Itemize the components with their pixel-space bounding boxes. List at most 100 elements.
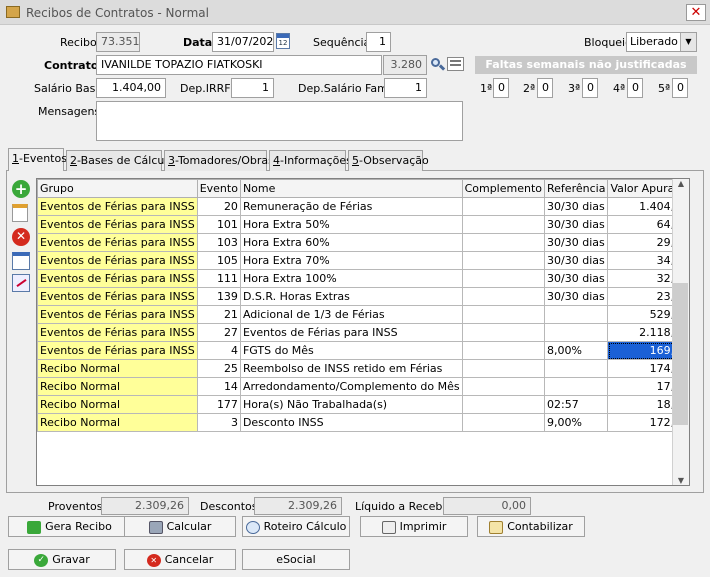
cell-grupo[interactable]: Recibo Normal <box>37 359 198 378</box>
cell-nome[interactable]: Arredondamento/Complemento do Mês <box>239 377 463 396</box>
chart-icon[interactable] <box>12 274 32 294</box>
cell-evento[interactable]: 27 <box>196 323 241 342</box>
cell-complemento[interactable] <box>461 233 546 252</box>
cell-evento[interactable]: 177 <box>196 395 241 414</box>
table-row[interactable]: Eventos de Férias para INSS 111 Hora Extra… <box>37 269 689 288</box>
cell-complemento[interactable] <box>461 359 546 378</box>
col-evento[interactable]: Evento <box>196 179 241 198</box>
dep-sal-field[interactable]: 1 <box>384 78 427 98</box>
cell-evento[interactable]: 101 <box>196 215 241 234</box>
table-row[interactable]: Eventos de Férias para INSS 101 Hora Extra… <box>37 215 689 234</box>
col-grupo[interactable]: Grupo <box>37 179 198 198</box>
cell-complemento[interactable] <box>461 287 546 306</box>
cell-nome[interactable]: D.S.R. Horas Extras <box>239 287 463 306</box>
cell-nome[interactable]: Hora(s) Não Trabalhada(s) <box>239 395 463 414</box>
scrollbar-thumb[interactable] <box>673 283 688 425</box>
cell-evento[interactable]: 4 <box>196 341 241 360</box>
cell-evento[interactable]: 105 <box>196 251 241 270</box>
cell-evento[interactable]: 25 <box>196 359 241 378</box>
tab-bases-calculo[interactable]: 2-Bases de Cálculo <box>66 150 174 171</box>
cell-complemento[interactable] <box>461 215 546 234</box>
cell-nome[interactable]: Desconto INSS <box>239 413 463 432</box>
tab-tomadores-obras[interactable]: 3-Tomadores/Obras <box>164 150 274 171</box>
cell-grupo[interactable]: Eventos de Férias para INSS <box>37 197 198 216</box>
gera-recibo-button[interactable]: Gera Recibo <box>8 516 131 537</box>
cell-complemento[interactable] <box>461 377 546 396</box>
cell-nome[interactable]: Reembolso de INSS retido em Férias <box>239 359 463 378</box>
dep-irrf-field[interactable]: 1 <box>231 78 274 98</box>
cell-nome[interactable]: Hora Extra 50% <box>239 215 463 234</box>
table-row[interactable]: Eventos de Férias para INSS 139 D.S.R. Hor… <box>37 287 689 306</box>
delete-icon[interactable]: ✕ <box>12 228 32 248</box>
cell-referencia[interactable]: 30/30 dias <box>544 269 609 288</box>
cell-complemento[interactable] <box>461 341 546 360</box>
cell-nome[interactable]: Eventos de Férias para INSS <box>239 323 463 342</box>
sequencia-field[interactable]: 1 <box>366 32 391 52</box>
cell-referencia[interactable] <box>544 377 609 396</box>
cell-complemento[interactable] <box>461 197 546 216</box>
cell-nome[interactable]: Hora Extra 60% <box>239 233 463 252</box>
falta-field-3[interactable]: 0 <box>582 78 598 98</box>
cell-complemento[interactable] <box>461 305 546 324</box>
card-icon[interactable] <box>447 57 464 71</box>
cell-grupo[interactable]: Eventos de Férias para INSS <box>37 323 198 342</box>
cell-referencia[interactable]: 9,00% <box>544 413 609 432</box>
falta-field-1[interactable]: 0 <box>493 78 509 98</box>
cell-grupo[interactable]: Recibo Normal <box>37 395 198 414</box>
cell-grupo[interactable]: Eventos de Férias para INSS <box>37 251 198 270</box>
cell-referencia[interactable]: 30/30 dias <box>544 197 609 216</box>
scroll-up-icon[interactable]: ▲ <box>673 179 689 188</box>
cancelar-button[interactable]: ✕ Cancelar <box>124 549 236 570</box>
cell-nome[interactable]: FGTS do Mês <box>239 341 463 360</box>
bloqueio-select[interactable]: Liberado ▼ <box>626 32 697 52</box>
cell-nome[interactable]: Remuneração de Férias <box>239 197 463 216</box>
cell-evento[interactable]: 20 <box>196 197 241 216</box>
table-row[interactable]: Eventos de Férias para INSS 20 Remuneração… <box>37 197 689 216</box>
cell-referencia[interactable]: 30/30 dias <box>544 215 609 234</box>
cell-grupo[interactable]: Eventos de Férias para INSS <box>37 305 198 324</box>
cell-evento[interactable]: 14 <box>196 377 241 396</box>
cell-referencia[interactable] <box>544 323 609 342</box>
cell-evento[interactable]: 21 <box>196 305 241 324</box>
cell-grupo[interactable]: Recibo Normal <box>37 377 198 396</box>
roteiro-calculo-button[interactable]: Roteiro Cálculo <box>242 516 350 537</box>
falta-field-4[interactable]: 0 <box>627 78 643 98</box>
col-nome[interactable]: Nome <box>239 179 463 198</box>
close-button[interactable]: ✕ <box>686 4 706 21</box>
data-field[interactable]: 31/07/2021 <box>212 32 274 52</box>
edit-icon[interactable] <box>12 204 32 224</box>
table-icon[interactable] <box>12 252 32 272</box>
cell-grupo[interactable]: Eventos de Férias para INSS <box>37 341 198 360</box>
falta-field-5[interactable]: 0 <box>672 78 688 98</box>
add-icon[interactable]: + <box>12 180 32 200</box>
calendar-icon[interactable]: 12 <box>276 33 290 49</box>
cell-grupo[interactable]: Eventos de Férias para INSS <box>37 215 198 234</box>
cell-evento[interactable]: 139 <box>196 287 241 306</box>
tab-eventos[interactable]: 1-Eventos <box>8 148 67 171</box>
table-row[interactable]: Recibo Normal 177 Hora(s) Não Trabalhada(s… <box>37 395 689 414</box>
cell-referencia[interactable]: 30/30 dias <box>544 287 609 306</box>
cell-referencia[interactable] <box>544 359 609 378</box>
cell-grupo[interactable]: Eventos de Férias para INSS <box>37 269 198 288</box>
scroll-down-icon[interactable]: ▼ <box>673 476 689 485</box>
cell-nome[interactable]: Hora Extra 70% <box>239 251 463 270</box>
cell-evento[interactable]: 103 <box>196 233 241 252</box>
table-row[interactable]: Recibo Normal 14 Arredondamento/Complement… <box>37 377 689 396</box>
table-row[interactable]: Eventos de Férias para INSS 4 FGTS do Mês 8… <box>37 341 689 360</box>
table-row[interactable]: Eventos de Férias para INSS 103 Hora Extra… <box>37 233 689 252</box>
table-row[interactable]: Eventos de Férias para INSS 105 Hora Extra… <box>37 251 689 270</box>
cell-grupo[interactable]: Eventos de Férias para INSS <box>37 233 198 252</box>
cell-referencia[interactable]: 30/30 dias <box>544 233 609 252</box>
eventos-grid[interactable]: Grupo Evento Nome Complemento Referência… <box>36 178 690 486</box>
table-row[interactable]: Recibo Normal 25 Reembolso de INSS retido … <box>37 359 689 378</box>
cell-referencia[interactable]: 02:57 <box>544 395 609 414</box>
contabilizar-button[interactable]: Contabilizar <box>477 516 585 537</box>
cell-grupo[interactable]: Eventos de Férias para INSS <box>37 287 198 306</box>
cell-evento[interactable]: 111 <box>196 269 241 288</box>
col-referencia[interactable]: Referência <box>544 179 609 198</box>
cell-grupo[interactable]: Recibo Normal <box>37 413 198 432</box>
cell-complemento[interactable] <box>461 395 546 414</box>
cell-complemento[interactable] <box>461 413 546 432</box>
salario-field[interactable]: 1.404,00 <box>96 78 166 98</box>
cell-complemento[interactable] <box>461 323 546 342</box>
